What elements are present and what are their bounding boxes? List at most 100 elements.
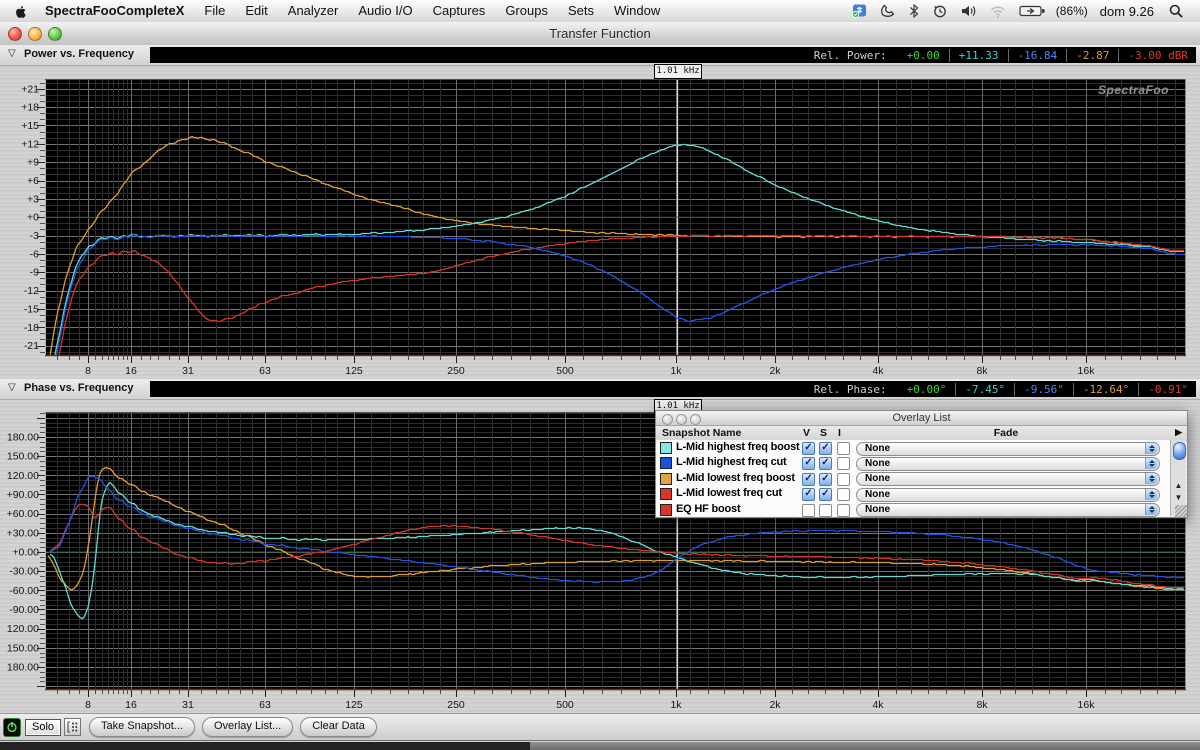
menu-item-spectrafoocompletex[interactable]: SpectraFooCompleteX [35, 0, 194, 22]
snapshot-color-swatch [660, 472, 672, 485]
readout-value: -2.87 [1066, 48, 1109, 62]
fade-value: None [865, 504, 890, 516]
column-snapshot-name: Snapshot Name [662, 427, 742, 439]
power-readout-bar: Rel. Power: +0.00 +11.33 -16.84 -2.87 -3.00 … [150, 47, 1196, 63]
analyzer-power-toggle[interactable] [3, 717, 21, 737]
solo-checkbox[interactable]: ✓ [819, 457, 832, 471]
apple-icon [16, 5, 26, 18]
visible-checkbox[interactable]: ✓ [802, 472, 815, 486]
svg-text:8k: 8k [976, 699, 988, 711]
i-checkbox[interactable] [837, 503, 850, 517]
scrollbar-thumb[interactable] [1172, 442, 1186, 460]
power-cursor-frequency-label[interactable]: 1.01 kHz [654, 64, 702, 79]
routing-matrix-button[interactable] [64, 718, 82, 736]
menu-item-analyzer[interactable]: Analyzer [278, 0, 349, 22]
i-checkbox[interactable] [837, 442, 850, 455]
apple-menu[interactable] [0, 4, 35, 19]
menu-item-sets[interactable]: Sets [558, 0, 604, 22]
wifi-icon[interactable] [983, 3, 1013, 19]
overlay-list-title-bar[interactable]: Overlay List [656, 411, 1187, 426]
phase-section-header: ▽ Phase vs. Frequency Rel. Phase: +0.00°… [0, 379, 1200, 400]
snapshot-color-swatch [660, 503, 672, 516]
phase-section-label: Phase vs. Frequency [24, 382, 134, 394]
menu-item-groups[interactable]: Groups [495, 0, 558, 22]
time-machine-icon[interactable] [926, 3, 954, 19]
overlay-list-button[interactable]: Overlay List... [201, 717, 294, 737]
bluetooth-icon[interactable] [902, 3, 926, 19]
fade-dropdown[interactable]: None [856, 487, 1160, 502]
svg-text:500: 500 [556, 365, 574, 377]
svg-text:16k: 16k [1078, 365, 1096, 377]
visible-checkbox[interactable]: ✓ [802, 457, 815, 471]
menu-item-captures[interactable]: Captures [423, 0, 496, 22]
svg-text:120.00: 120.00 [7, 470, 39, 482]
overlay-row[interactable]: L-Mid highest freq cut ✓ ✓ None [656, 455, 1170, 471]
overlay-row[interactable]: L-Mid lowest freq boost ✓ ✓ None [656, 471, 1170, 487]
fade-dropdown[interactable]: None [856, 472, 1160, 487]
fade-stepper-icon[interactable] [1145, 504, 1158, 516]
menu-item-window[interactable]: Window [604, 0, 670, 22]
disclosure-triangle-icon[interactable]: ▽ [8, 382, 16, 393]
svg-text:-21: -21 [24, 340, 39, 352]
svg-text:4k: 4k [872, 365, 884, 377]
fade-value: None [865, 442, 890, 454]
overlay-list-window[interactable]: Overlay List Snapshot Name V S I Fade ▶ … [655, 410, 1188, 518]
menu-item-edit[interactable]: Edit [235, 0, 277, 22]
battery-icon[interactable] [1013, 3, 1052, 19]
fade-stepper-icon[interactable] [1145, 442, 1158, 454]
svg-text:-30.00: -30.00 [9, 566, 39, 578]
visible-checkbox[interactable]: ✓ [802, 488, 815, 502]
overlay-row[interactable]: EQ HF boost None [656, 502, 1170, 518]
solo-checkbox[interactable]: ✓ [819, 472, 832, 486]
solo-checkbox[interactable] [819, 503, 832, 517]
scroll-down-icon[interactable]: ▼ [1171, 493, 1186, 502]
scroll-right-icon[interactable]: ▶ [1175, 427, 1182, 438]
menu-item-audio-i-o[interactable]: Audio I/O [348, 0, 422, 22]
matrix-dots-icon [67, 721, 78, 733]
svg-text:-15: -15 [24, 303, 39, 315]
fade-stepper-icon[interactable] [1145, 473, 1158, 485]
fade-stepper-icon[interactable] [1145, 457, 1158, 469]
column-fade: Fade [993, 427, 1019, 439]
svg-text:+30.00: +30.00 [7, 527, 40, 539]
svg-text:-90.00: -90.00 [9, 604, 39, 616]
palette-resize-grip[interactable] [1175, 505, 1187, 517]
i-checkbox[interactable] [837, 488, 850, 502]
overlay-row[interactable]: L-Mid highest freq boost ✓ ✓ None [656, 440, 1170, 456]
fade-dropdown[interactable]: None [856, 441, 1160, 456]
clear-databutton[interactable]: Clear Data [300, 717, 377, 737]
visible-checkbox[interactable]: ✓ [802, 442, 815, 455]
i-checkbox[interactable] [837, 472, 850, 486]
readout-value: +0.00° [906, 382, 947, 396]
svg-text:+21: +21 [21, 83, 39, 95]
dropbox-icon[interactable] [845, 3, 874, 19]
window-title-bar[interactable]: Transfer Function [0, 22, 1200, 46]
power-vs-frequency-chart[interactable]: +21 +18 +15 +12 +9 +6 +3 +0 -3 -6 -9 -12 -15 -18 -21 8 1… [0, 79, 1200, 380]
svg-text:+6: +6 [27, 175, 39, 187]
svg-text:8: 8 [85, 365, 91, 377]
scroll-up-icon[interactable]: ▲ [1171, 481, 1186, 490]
solo-checkbox[interactable]: ✓ [819, 442, 832, 455]
overlay-list-column-headers: Snapshot Name V S I Fade ▶ [656, 426, 1187, 441]
phone-icon[interactable] [874, 3, 902, 19]
window-title: Transfer Function [549, 26, 651, 41]
solo-button[interactable]: Solo [25, 718, 62, 736]
overlay-row[interactable]: L-Mid lowest freq cut ✓ ✓ None [656, 486, 1170, 502]
fade-stepper-icon[interactable] [1145, 488, 1158, 500]
fade-dropdown[interactable]: None [856, 456, 1160, 471]
menu-item-file[interactable]: File [194, 0, 235, 22]
volume-icon[interactable] [954, 3, 983, 19]
desktop-light-area [530, 742, 1200, 750]
disclosure-triangle-icon[interactable]: ▽ [8, 48, 16, 59]
take-snapshot-button[interactable]: Take Snapshot... [89, 717, 195, 737]
solo-checkbox[interactable]: ✓ [819, 488, 832, 502]
spotlight-icon[interactable] [1162, 3, 1190, 19]
i-checkbox[interactable] [837, 457, 850, 471]
fade-dropdown[interactable]: None [856, 503, 1160, 518]
visible-checkbox[interactable] [802, 503, 815, 517]
battery-percentage: (86%) [1055, 4, 1088, 18]
menu-clock[interactable]: dom 9.26 [1092, 4, 1162, 19]
menu-status-area: (86%) dom 9.26 [845, 0, 1200, 22]
power-icon [7, 721, 17, 733]
svg-text:+18: +18 [21, 102, 39, 114]
